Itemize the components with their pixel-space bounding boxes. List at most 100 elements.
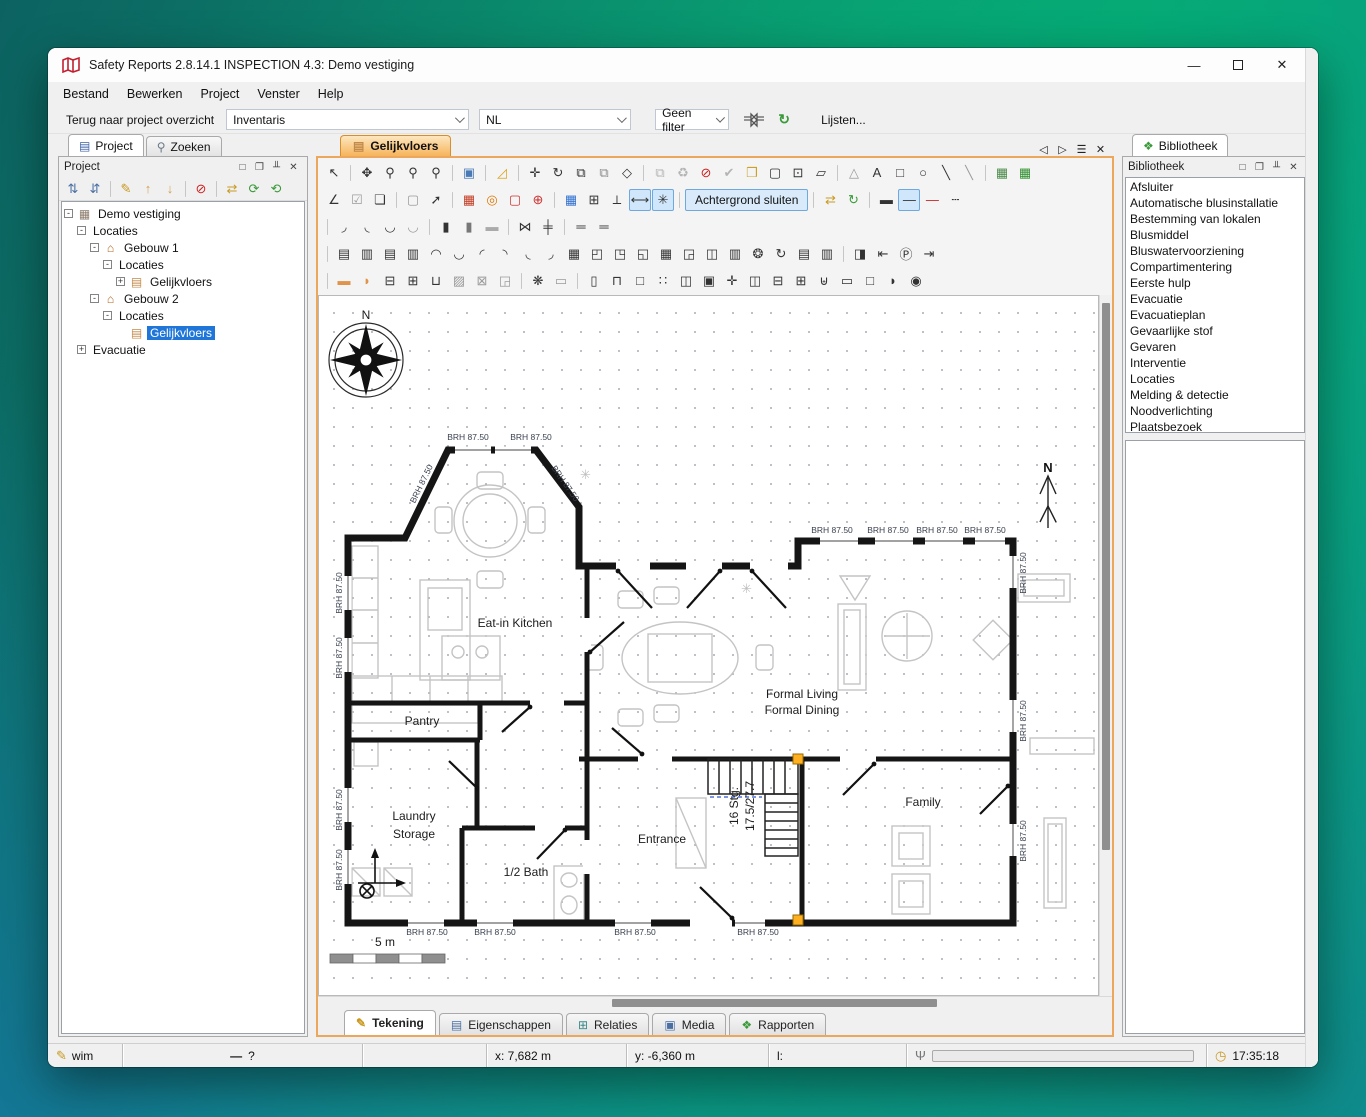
accept-icon[interactable]: ✔ xyxy=(718,162,740,184)
stairs-u-icon[interactable]: ◱ xyxy=(632,243,654,265)
pin-panel-icon[interactable]: ╨ xyxy=(1268,162,1285,173)
floorplan-canvas[interactable]: N xyxy=(318,295,1099,996)
library-item[interactable]: Gevaarlijke stof xyxy=(1126,323,1304,339)
snap-points-icon[interactable]: ☑ xyxy=(346,189,368,211)
wall-segment-alt-icon[interactable]: ▮ xyxy=(458,216,480,238)
stairs-curved-icon[interactable]: ◠ xyxy=(425,243,447,265)
fit-view-icon[interactable]: ⊞ xyxy=(583,189,605,211)
inventory-combo[interactable]: Inventaris xyxy=(226,109,469,130)
move-icon[interactable]: ✛ xyxy=(524,162,546,184)
bottom-tab[interactable]: ⊞ Relaties xyxy=(566,1013,649,1035)
library-item[interactable]: Bestemming van lokalen xyxy=(1126,211,1304,227)
tree-expander[interactable]: - xyxy=(103,311,112,320)
float-panel-icon[interactable]: ❐ xyxy=(251,162,268,173)
stairs-wide-icon[interactable]: ▥ xyxy=(724,243,746,265)
window-two-icon[interactable]: ◫ xyxy=(675,270,697,292)
float-panel-icon[interactable]: ❐ xyxy=(1251,162,1268,173)
horizontal-scroll-thumb[interactable] xyxy=(612,999,938,1007)
bottom-tab[interactable]: ▣ Media xyxy=(652,1013,726,1035)
box-x-icon[interactable]: ⊠ xyxy=(471,270,493,292)
stairs-narrow-alt-icon[interactable]: ▥ xyxy=(402,243,424,265)
bed-icon[interactable]: ▬ xyxy=(333,270,355,292)
library-item[interactable]: Melding & detectie xyxy=(1126,387,1304,403)
stairs-double-icon[interactable]: ▦ xyxy=(655,243,677,265)
library-item[interactable]: Noodverlichting xyxy=(1126,403,1304,419)
send-backward-icon[interactable]: ⧉ xyxy=(593,162,615,184)
vertical-scroll-thumb[interactable] xyxy=(1102,303,1110,850)
parking-alt-icon[interactable]: ⇥ xyxy=(918,243,940,265)
library-item[interactable]: Plaatsbezoek xyxy=(1126,419,1304,433)
screen-icon[interactable]: ▣ xyxy=(458,162,480,184)
line-thick-icon[interactable]: ▬ xyxy=(875,189,897,211)
minimize-button[interactable]: — xyxy=(1172,58,1216,73)
stairs-straight-icon[interactable]: ▤ xyxy=(333,243,355,265)
refresh-icon[interactable]: ↻ xyxy=(772,111,796,128)
close-background-button[interactable]: Achtergrond sluiten xyxy=(685,189,808,211)
close-panel-icon[interactable]: ✕ xyxy=(1285,162,1302,173)
frame-icon[interactable]: □ xyxy=(859,270,881,292)
library-item[interactable]: Compartimentering xyxy=(1126,259,1304,275)
stairs-curved-left-icon[interactable]: ◜ xyxy=(471,243,493,265)
open-folder-icon[interactable]: ❒ xyxy=(741,162,763,184)
compass-dial-icon[interactable]: ⊕ xyxy=(527,189,549,211)
tree-item[interactable]: - ⌂ Gebouw 2 xyxy=(62,290,304,307)
library-item[interactable]: Bluswatervoorziening xyxy=(1126,243,1304,259)
menu-item[interactable]: Bestand xyxy=(54,84,118,104)
dock-tab[interactable]: ▤ Project xyxy=(68,134,144,156)
grid-blue-icon[interactable]: ▦ xyxy=(560,189,582,211)
tree-item[interactable]: - Locaties xyxy=(62,222,304,239)
menu-item[interactable]: Project xyxy=(191,84,248,104)
swap-icon[interactable]: ⇄ xyxy=(819,189,841,211)
tree-expander[interactable]: - xyxy=(90,243,99,252)
select-cursor-icon[interactable]: ↖ xyxy=(323,162,345,184)
line-tool-icon[interactable]: ╲ xyxy=(935,162,957,184)
sort-az-icon[interactable]: ⇵ xyxy=(84,178,106,200)
tree-item[interactable]: - Locaties xyxy=(62,256,304,273)
window-bowtie-icon[interactable]: ⋈ xyxy=(514,216,536,238)
frame-red-icon[interactable]: ▢ xyxy=(504,189,526,211)
stairs-curved-right-icon[interactable]: ◝ xyxy=(494,243,516,265)
copy-icon[interactable]: ⧉ xyxy=(649,162,671,184)
basin-icon[interactable]: ◗ xyxy=(882,270,904,292)
image-icon[interactable]: ▦ xyxy=(991,162,1013,184)
library-item[interactable]: Eerste hulp xyxy=(1126,275,1304,291)
rectangle-tool-icon[interactable]: □ xyxy=(889,162,911,184)
cabinet-alt-icon[interactable]: ⊞ xyxy=(790,270,812,292)
maximize-button[interactable] xyxy=(1216,58,1260,73)
polyline-icon[interactable]: △ xyxy=(843,162,865,184)
door-left-icon[interactable]: ◞ xyxy=(333,216,355,238)
tree-expander[interactable]: + xyxy=(116,277,125,286)
cabinet-icon[interactable]: ⊟ xyxy=(767,270,789,292)
refresh-icon[interactable]: ⟲ xyxy=(265,178,287,200)
menu-item[interactable]: Venster xyxy=(248,84,308,104)
tab-bibliotheek[interactable]: ❖ Bibliotheek xyxy=(1132,134,1228,156)
stove-icon[interactable]: ∷ xyxy=(652,270,674,292)
filter-icon[interactable] xyxy=(742,112,766,128)
move-down-icon[interactable]: ↓ xyxy=(159,178,181,200)
grid-icon[interactable]: ▦ xyxy=(1014,162,1036,184)
parallel-lines-alt-icon[interactable]: ═ xyxy=(593,216,615,238)
door-double-icon[interactable]: ◡ xyxy=(379,216,401,238)
filter-combo[interactable]: Geen filter xyxy=(655,109,729,130)
tree-expander[interactable]: - xyxy=(77,226,86,235)
vertical-scrollbar[interactable] xyxy=(1099,295,1112,996)
set-square-icon[interactable]: ◿ xyxy=(491,162,513,184)
stairs-low-icon[interactable]: ▤ xyxy=(793,243,815,265)
line-red-icon[interactable]: — xyxy=(921,189,943,211)
chair-icon[interactable]: ◗ xyxy=(356,270,378,292)
skew-icon[interactable]: ▱ xyxy=(810,162,832,184)
stairs-curved-alt-icon[interactable]: ◡ xyxy=(448,243,470,265)
text-tool-icon[interactable]: A xyxy=(866,162,888,184)
tree-expander[interactable]: - xyxy=(103,260,112,269)
lists-button[interactable]: Lijsten... xyxy=(821,113,866,127)
stairs-spiral-icon[interactable]: ❂ xyxy=(747,243,769,265)
crop-icon[interactable]: ⊡ xyxy=(787,162,809,184)
tree-item[interactable]: + ▤ Gelijkvloers xyxy=(62,273,304,290)
cross-fixture-icon[interactable]: ✛ xyxy=(721,270,743,292)
maximize-panel-icon[interactable]: □ xyxy=(1234,162,1251,173)
block-icon[interactable]: ⊘ xyxy=(190,178,212,200)
stairs-fan-alt-icon[interactable]: ◞ xyxy=(540,243,562,265)
stairs-spiral-alt-icon[interactable]: ↻ xyxy=(770,243,792,265)
menu-item[interactable]: Bewerken xyxy=(118,84,192,104)
sort-order-icon[interactable]: ⇅ xyxy=(62,178,84,200)
